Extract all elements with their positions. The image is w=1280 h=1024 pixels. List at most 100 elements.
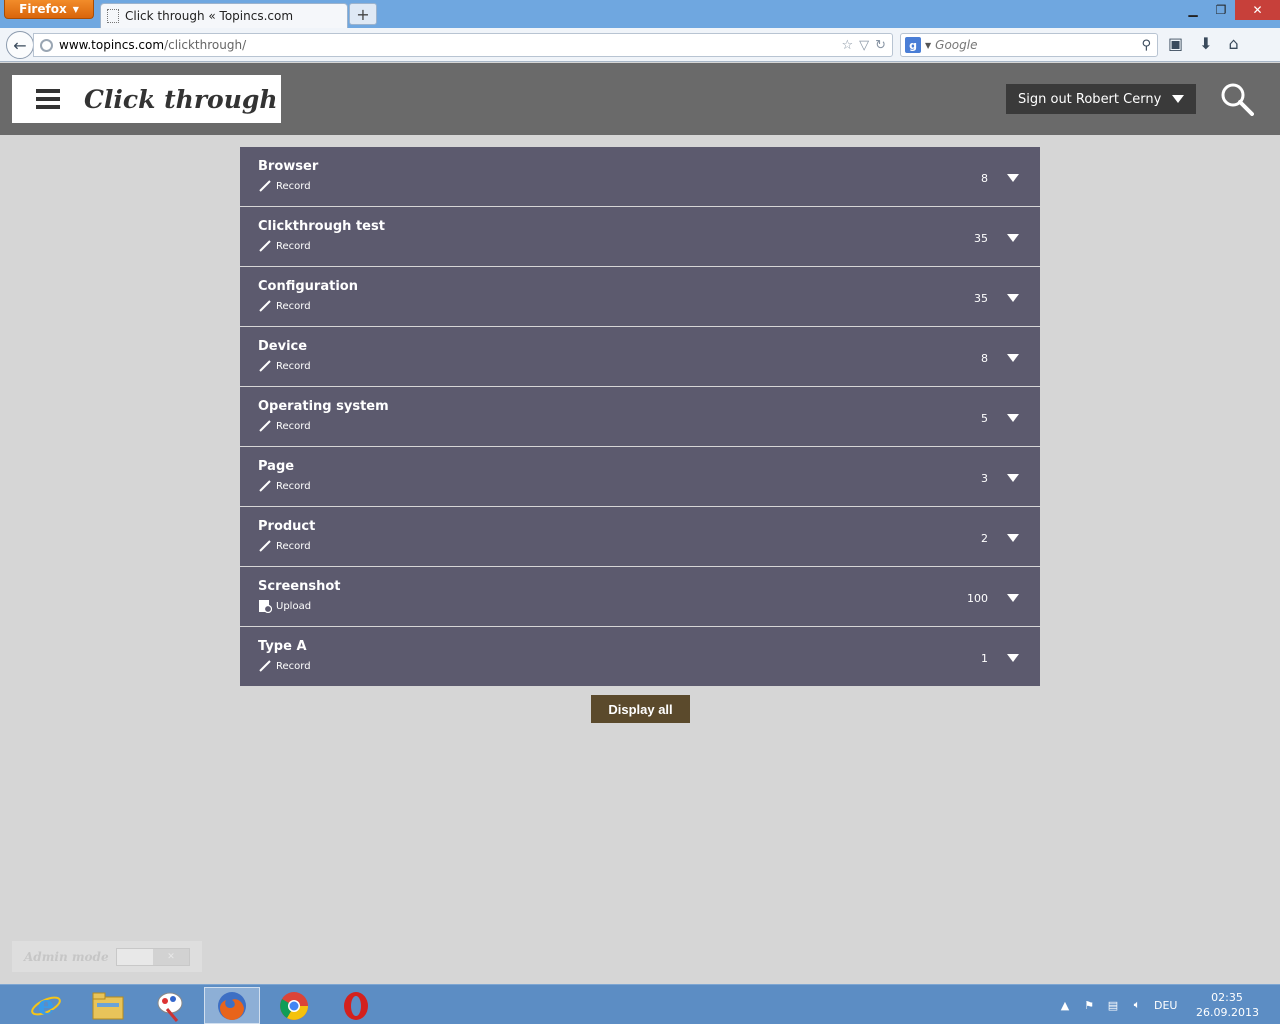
action-label: Record [276, 540, 311, 552]
hamburger-menu-icon[interactable] [36, 89, 60, 109]
expand-arrow-icon[interactable] [1007, 354, 1019, 362]
firefox-icon[interactable] [204, 987, 260, 1024]
list-item[interactable]: Page Record 3 [240, 447, 1040, 507]
tab-title: Click through « Topincs.com [125, 9, 294, 23]
list-item[interactable]: Product Record 2 [240, 507, 1040, 567]
clock-date: 26.09.2013 [1196, 1006, 1259, 1019]
list-item-title[interactable]: Screenshot [258, 579, 341, 594]
expand-arrow-icon[interactable] [1007, 474, 1019, 482]
list-item[interactable]: Device Record 8 [240, 327, 1040, 387]
action-center-icon[interactable]: ⚑ [1082, 998, 1096, 1012]
expand-arrow-icon[interactable] [1007, 594, 1019, 602]
new-tab-button[interactable]: + [349, 3, 377, 25]
opera-icon[interactable] [328, 987, 384, 1024]
item-count: 8 [981, 172, 988, 185]
item-count: 35 [974, 292, 988, 305]
record-link[interactable]: Record [258, 659, 311, 673]
record-link[interactable]: Record [258, 539, 311, 553]
url-bar[interactable]: www.topincs.com/clickthrough/ ☆ ▽ ↻ [33, 33, 893, 57]
pencil-icon [258, 179, 272, 193]
list-item-title[interactable]: Page [258, 459, 294, 474]
toolbar-buttons: ▣ ⬇ ⌂ [1168, 34, 1239, 53]
item-count: 2 [981, 532, 988, 545]
home-icon[interactable]: ⌂ [1229, 34, 1239, 53]
list-item-title[interactable]: Device [258, 339, 307, 354]
history-dropdown-icon[interactable]: ▽ [859, 38, 869, 53]
taskbar: e ▲ ⚑ ▤ 🔈︎ DEU 02:35 26.09.2013 [0, 984, 1280, 1024]
file-explorer-icon[interactable] [80, 987, 136, 1024]
list-item-title[interactable]: Operating system [258, 399, 389, 414]
close-window-icon[interactable]: ✕ [1235, 0, 1280, 20]
action-label: Record [276, 240, 311, 252]
action-label: Record [276, 360, 311, 372]
signout-label: Sign out Robert Cerny [1018, 91, 1162, 107]
record-link[interactable]: Record [258, 299, 311, 313]
list-item[interactable]: Configuration Record 35 [240, 267, 1040, 327]
list-item[interactable]: Screenshot Upload 100 [240, 567, 1040, 627]
list-item-title[interactable]: Product [258, 519, 315, 534]
record-link[interactable]: Record [258, 419, 311, 433]
browser-tab[interactable]: Click through « Topincs.com [100, 3, 348, 28]
show-hidden-icons-icon[interactable]: ▲ [1058, 998, 1072, 1012]
search-icon[interactable] [1220, 82, 1254, 116]
restore-icon[interactable]: ❐ [1207, 0, 1235, 20]
pencil-icon [258, 239, 272, 253]
chevron-down-icon: ▼ [72, 4, 79, 14]
list-item[interactable]: Operating system Record 5 [240, 387, 1040, 447]
expand-arrow-icon[interactable] [1007, 414, 1019, 422]
pencil-icon [258, 539, 272, 553]
list-item[interactable]: Browser Record 8 [240, 147, 1040, 207]
language-indicator[interactable]: DEU [1154, 999, 1177, 1012]
upload-link[interactable]: Upload [258, 599, 311, 613]
list-item-title[interactable]: Type A [258, 639, 307, 654]
url-path: /clickthrough/ [164, 38, 247, 52]
admin-mode-label: Admin mode [24, 949, 109, 964]
list-item[interactable]: Clickthrough test Record 35 [240, 207, 1040, 267]
pencil-icon [258, 419, 272, 433]
google-icon[interactable]: g [905, 37, 921, 53]
firefox-menu-button[interactable]: Firefox ▼ [4, 0, 94, 19]
expand-arrow-icon[interactable] [1007, 174, 1019, 182]
volume-icon[interactable]: 🔈︎ [1130, 998, 1144, 1012]
item-count: 35 [974, 232, 988, 245]
globe-icon [40, 38, 53, 52]
display-all-button[interactable]: Display all [591, 695, 690, 723]
signout-button[interactable]: Sign out Robert Cerny [1006, 84, 1196, 114]
minimize-icon[interactable]: ▁ [1179, 0, 1207, 20]
reload-icon[interactable]: ↻ [875, 38, 886, 53]
search-input[interactable]: Google [935, 38, 977, 52]
chevron-down-icon [1172, 95, 1184, 103]
browser-titlebar: Firefox ▼ Click through « Topincs.com + … [0, 0, 1280, 28]
browser-navbar: ← www.topincs.com/clickthrough/ ☆ ▽ ↻ g … [0, 28, 1280, 62]
back-button[interactable]: ← [6, 31, 34, 59]
site-title[interactable]: Click through [84, 85, 278, 114]
topic-list: Browser Record 8 Clickthrough test Record 35 C… [240, 147, 1040, 686]
action-label: Upload [276, 600, 312, 612]
search-bar[interactable]: g ▼ Google ⚲ [900, 33, 1158, 57]
list-item-title[interactable]: Clickthrough test [258, 219, 385, 234]
record-link[interactable]: Record [258, 359, 311, 373]
pencil-icon [258, 299, 272, 313]
downloads-icon[interactable]: ⬇ [1199, 34, 1212, 53]
bookmark-star-icon[interactable]: ☆ [841, 38, 853, 53]
record-link[interactable]: Record [258, 179, 311, 193]
record-link[interactable]: Record [258, 479, 311, 493]
pencil-icon [258, 479, 272, 493]
list-item-title[interactable]: Browser [258, 159, 318, 174]
bookmarks-icon[interactable]: ▣ [1168, 34, 1183, 53]
record-link[interactable]: Record [258, 239, 311, 253]
admin-mode-toggle[interactable]: ✕ [116, 948, 190, 966]
clock[interactable]: 02:35 26.09.2013 [1196, 990, 1259, 1020]
network-icon[interactable]: ▤ [1106, 998, 1120, 1012]
list-item-title[interactable]: Configuration [258, 279, 358, 294]
expand-arrow-icon[interactable] [1007, 234, 1019, 242]
internet-explorer-icon[interactable]: e [18, 987, 74, 1024]
expand-arrow-icon[interactable] [1007, 294, 1019, 302]
expand-arrow-icon[interactable] [1007, 534, 1019, 542]
search-icon[interactable]: ⚲ [1141, 38, 1151, 53]
paint-icon[interactable] [142, 987, 198, 1024]
chrome-icon[interactable] [266, 987, 322, 1024]
chevron-down-icon[interactable]: ▼ [925, 41, 931, 50]
expand-arrow-icon[interactable] [1007, 654, 1019, 662]
list-item[interactable]: Type A Record 1 [240, 627, 1040, 686]
